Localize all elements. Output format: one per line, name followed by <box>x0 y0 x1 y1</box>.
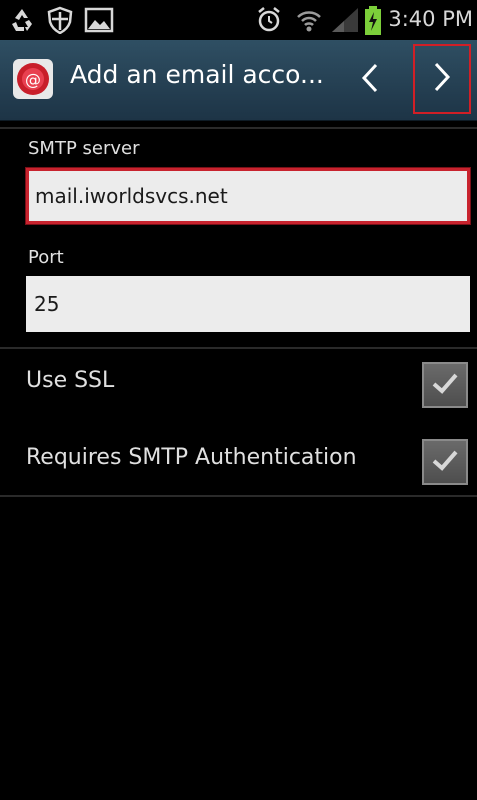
svg-text:@: @ <box>25 70 41 89</box>
previous-button[interactable] <box>340 44 400 116</box>
chevron-right-icon <box>430 60 454 98</box>
shield-icon <box>46 6 74 38</box>
page-title: Add an email acco... <box>70 60 324 89</box>
divider <box>0 347 477 349</box>
use-ssl-row[interactable]: Use SSL <box>0 350 477 420</box>
divider <box>0 495 477 497</box>
smtp-server-label: SMTP server <box>28 138 140 159</box>
signal-icon <box>330 6 360 38</box>
divider <box>0 127 477 129</box>
status-time: 3:40 PM <box>388 7 473 31</box>
port-label: Port <box>28 247 64 268</box>
use-ssl-checkbox[interactable] <box>422 362 468 408</box>
use-ssl-label: Use SSL <box>26 368 115 393</box>
alarm-icon <box>255 6 283 38</box>
email-app-icon: @ <box>12 58 54 100</box>
checkmark-icon <box>431 371 459 399</box>
requires-smtp-auth-label: Requires SMTP Authentication <box>26 445 357 470</box>
image-icon <box>84 6 114 38</box>
wifi-icon <box>295 6 323 38</box>
requires-smtp-auth-checkbox[interactable] <box>422 439 468 485</box>
requires-smtp-auth-row[interactable]: Requires SMTP Authentication <box>0 427 477 497</box>
status-bar: 3:40 PM <box>0 0 477 40</box>
action-bar: @ Add an email acco... <box>0 40 477 121</box>
battery-charging-icon <box>364 6 382 40</box>
recycle-icon <box>8 6 36 38</box>
smtp-server-input[interactable]: mail.iworldsvcs.net <box>25 167 471 225</box>
chevron-left-icon <box>358 61 382 99</box>
port-input[interactable]: 25 <box>26 276 470 332</box>
next-button[interactable] <box>413 44 471 114</box>
checkmark-icon <box>431 448 459 476</box>
